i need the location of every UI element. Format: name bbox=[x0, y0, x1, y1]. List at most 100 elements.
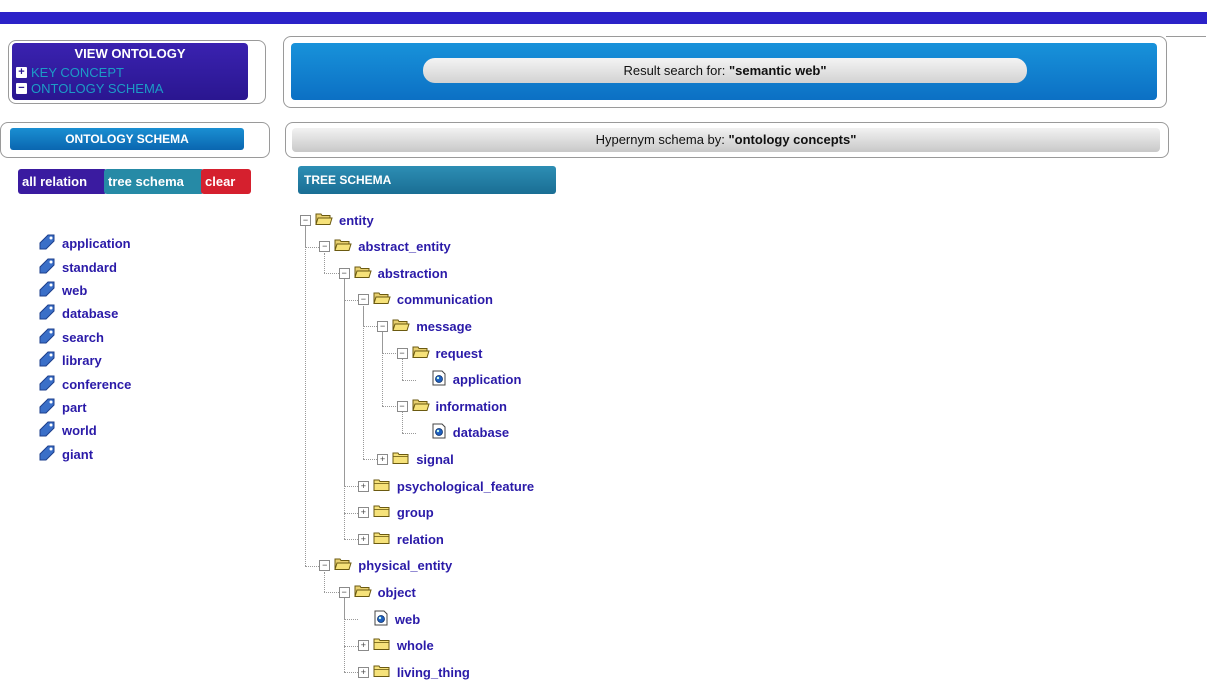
concept-tag-label: giant bbox=[62, 446, 94, 462]
tree-node: − request bbox=[396, 343, 483, 363]
tag-icon bbox=[38, 257, 56, 278]
tag-icon bbox=[38, 327, 56, 348]
key-concept-link[interactable]: + KEY CONCEPT bbox=[16, 65, 124, 80]
tree-connector bbox=[324, 273, 339, 275]
expand-toggle-icon[interactable]: + bbox=[377, 453, 389, 465]
tree-connector bbox=[305, 246, 320, 248]
folder-icon bbox=[373, 637, 391, 654]
tree-node-label[interactable]: signal bbox=[416, 452, 454, 467]
expand-toggle-icon[interactable]: + bbox=[357, 533, 369, 545]
folder-icon bbox=[392, 451, 410, 468]
concept-tag[interactable]: world bbox=[38, 419, 131, 442]
open-folder-icon bbox=[373, 291, 391, 308]
hypernym-bar: Hypernym schema by: "ontology concepts" bbox=[292, 128, 1160, 152]
tree-node: + whole bbox=[357, 636, 434, 656]
tree-node: + group bbox=[357, 503, 434, 523]
open-folder-icon bbox=[353, 265, 372, 282]
collapse-toggle-icon[interactable]: − bbox=[319, 560, 331, 572]
folder-icon bbox=[373, 531, 391, 548]
tag-icon bbox=[38, 420, 56, 441]
all-relation-button[interactable]: all relation bbox=[18, 169, 107, 194]
open-folder-icon bbox=[411, 345, 430, 362]
collapse-toggle-icon[interactable]: − bbox=[357, 294, 369, 306]
tree-node: − information bbox=[396, 396, 508, 416]
tree-node-label[interactable]: abstract_entity bbox=[358, 239, 450, 254]
tree-node: web bbox=[358, 609, 420, 629]
hypernym-prefix: Hypernym schema by: bbox=[595, 132, 729, 147]
concept-tag[interactable]: standard bbox=[38, 255, 131, 278]
collapse-toggle-icon[interactable]: − bbox=[300, 214, 311, 226]
tree-node: − message bbox=[377, 316, 472, 336]
tree-node-label[interactable]: entity bbox=[339, 213, 374, 228]
tree-node-label[interactable]: application bbox=[453, 372, 522, 387]
document-icon bbox=[373, 610, 389, 629]
tree-connector bbox=[343, 299, 358, 301]
tag-icon bbox=[38, 303, 56, 324]
tree-node-label[interactable]: physical_entity bbox=[358, 558, 452, 573]
concept-tag[interactable]: library bbox=[38, 349, 131, 372]
collapse-toggle-icon[interactable]: − bbox=[338, 586, 350, 598]
expand-toggle-icon[interactable]: + bbox=[357, 480, 369, 492]
tree-node-label[interactable]: database bbox=[453, 425, 509, 440]
collapse-toggle-icon[interactable]: − bbox=[338, 267, 350, 279]
concept-tag-label: web bbox=[62, 282, 88, 298]
tree-connector bbox=[401, 379, 416, 381]
concept-tag-label: application bbox=[62, 236, 131, 252]
concept-tag[interactable]: conference bbox=[38, 372, 131, 395]
tree-node-label[interactable]: whole bbox=[397, 638, 434, 653]
concept-tag-label: part bbox=[62, 399, 87, 415]
tree-connector bbox=[382, 353, 397, 354]
tree-node-label[interactable]: communication bbox=[397, 292, 493, 307]
ontology-schema-header: ONTOLOGY SCHEMA bbox=[10, 128, 244, 150]
ontology-schema-link[interactable]: − ONTOLOGY SCHEMA bbox=[16, 81, 163, 96]
tree-node: − object bbox=[338, 582, 416, 602]
concept-tag[interactable]: giant bbox=[38, 443, 131, 466]
tree-node: + signal bbox=[377, 449, 454, 469]
concept-tag[interactable]: database bbox=[38, 302, 131, 325]
collapse-icon: − bbox=[16, 83, 27, 94]
tree-node-label[interactable]: web bbox=[395, 612, 420, 627]
collapse-toggle-icon[interactable]: − bbox=[319, 241, 331, 253]
concept-tag-label: search bbox=[62, 329, 104, 345]
tree-node-label[interactable]: psychological_feature bbox=[397, 479, 534, 494]
tree-node-label[interactable]: message bbox=[416, 319, 472, 334]
concept-tag-list: application standard web database search libr… bbox=[38, 232, 131, 466]
open-folder-icon bbox=[411, 398, 430, 415]
open-folder-icon bbox=[392, 318, 410, 335]
tree-connector bbox=[343, 512, 358, 514]
tree-schema-button[interactable]: tree schema bbox=[104, 169, 204, 194]
open-folder-icon bbox=[334, 238, 352, 255]
tree-node: − communication bbox=[357, 290, 493, 310]
tree-node-label[interactable]: living_thing bbox=[397, 665, 470, 680]
concept-tag[interactable]: part bbox=[38, 396, 131, 419]
expand-toggle-icon[interactable]: + bbox=[357, 666, 369, 678]
tree-connector bbox=[401, 432, 416, 434]
tree-connector bbox=[324, 592, 339, 594]
tree-connector bbox=[362, 305, 364, 460]
expand-toggle-icon[interactable]: + bbox=[357, 507, 369, 519]
expand-toggle-icon[interactable]: + bbox=[357, 640, 369, 652]
concept-tag[interactable]: web bbox=[38, 279, 131, 302]
tree-node: − abstraction bbox=[338, 263, 448, 283]
collapse-toggle-icon[interactable]: − bbox=[377, 320, 389, 332]
tree-node-label[interactable]: relation bbox=[397, 532, 444, 547]
concept-tag[interactable]: application bbox=[38, 232, 131, 255]
tag-icon bbox=[38, 444, 56, 465]
tree-schema-header: TREE SCHEMA bbox=[298, 166, 556, 194]
tree-node-label[interactable]: information bbox=[436, 399, 508, 414]
collapse-toggle-icon[interactable]: − bbox=[396, 400, 408, 412]
concept-tag[interactable]: search bbox=[38, 326, 131, 349]
collapse-toggle-icon[interactable]: − bbox=[396, 347, 408, 359]
tag-icon bbox=[38, 350, 56, 371]
hypernym-query: "ontology concepts" bbox=[728, 132, 857, 147]
tree-node-label[interactable]: object bbox=[378, 585, 416, 600]
tree-connector bbox=[324, 571, 326, 593]
tree-node-label[interactable]: abstraction bbox=[378, 266, 448, 281]
tree-node-label[interactable]: group bbox=[397, 505, 434, 520]
folder-icon bbox=[373, 504, 391, 521]
clear-button[interactable]: clear bbox=[201, 169, 251, 194]
concept-tag-label: world bbox=[62, 423, 97, 439]
tree-node-label[interactable]: request bbox=[436, 346, 483, 361]
tag-icon bbox=[38, 397, 56, 418]
concept-tag-label: conference bbox=[62, 376, 132, 392]
